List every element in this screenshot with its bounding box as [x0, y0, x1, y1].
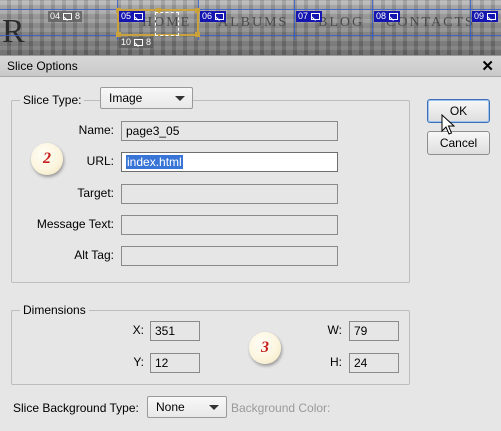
close-icon[interactable]: ✕ — [481, 57, 494, 75]
url-field[interactable]: index.html — [121, 152, 338, 172]
background-type-select[interactable]: None — [147, 396, 227, 418]
slice-number: 08 — [376, 11, 387, 21]
alt-tag-label: Alt Tag: — [74, 248, 114, 262]
slice-tag-09[interactable]: 09 — [472, 11, 499, 22]
x-label: X: — [132, 323, 144, 337]
background-type-label: Slice Background Type: — [13, 401, 139, 415]
chevron-down-icon — [175, 96, 185, 101]
slice-extra: 8 — [146, 37, 152, 47]
dialog-titlebar[interactable]: Slice Options ✕ — [0, 56, 501, 77]
h-label: H: — [330, 355, 342, 369]
slice-guide — [470, 0, 471, 40]
w-label: W: — [327, 323, 342, 337]
nav-blog: BLOG — [318, 15, 365, 30]
w-field[interactable]: 79 — [349, 321, 399, 341]
slice-tag-06[interactable]: 06 — [200, 11, 227, 22]
url-label: URL: — [86, 154, 114, 168]
slice-number: 06 — [202, 11, 213, 21]
background-type-value: None — [156, 400, 185, 414]
step-badge-3: 3 — [249, 332, 281, 364]
slice-number: 05 — [121, 11, 132, 21]
target-field[interactable] — [121, 184, 338, 204]
slice-number: 07 — [298, 11, 309, 21]
slice-number: 10 — [121, 37, 132, 47]
slice-tag-04[interactable]: 04 8 — [48, 11, 83, 22]
x-field[interactable]: 351 — [150, 321, 200, 341]
image-slice-icon — [389, 13, 399, 20]
slice-guide-bottom — [0, 35, 501, 36]
slice-guide — [294, 0, 295, 40]
url-value: index.html — [126, 155, 183, 169]
image-slice-icon — [487, 13, 497, 20]
slice-type-label: Slice Type: — [23, 93, 82, 107]
alt-tag-field[interactable] — [121, 246, 338, 266]
dimensions-legend: Dimensions — [23, 303, 86, 317]
slice-tag-10[interactable]: 10 8 — [119, 37, 154, 48]
dialog-title: Slice Options — [7, 59, 78, 73]
slice-options-dialog: Slice Options ✕ Slice Type: Image Name: … — [0, 55, 501, 431]
nav-albums: ALBUMS — [218, 15, 289, 30]
slice-tag-05[interactable]: 05 — [119, 11, 146, 22]
image-slice-icon — [215, 13, 225, 20]
site-logo-letter: R — [2, 13, 26, 50]
ok-button[interactable]: OK — [427, 99, 490, 123]
h-field[interactable]: 24 — [349, 353, 399, 373]
slice-guide-top — [0, 9, 501, 10]
cancel-button[interactable]: Cancel — [427, 131, 490, 155]
message-text-label: Message Text: — [36, 217, 114, 231]
name-label: Name: — [78, 123, 114, 137]
slice-type-select[interactable]: Image — [100, 87, 193, 109]
target-label: Target: — [77, 186, 114, 200]
mouse-cursor-icon — [441, 114, 455, 135]
message-text-field[interactable] — [121, 215, 338, 235]
name-field[interactable]: page3_05 — [121, 121, 338, 141]
y-label: Y: — [133, 355, 144, 369]
slice-tag-08[interactable]: 08 — [374, 11, 401, 22]
slice-type-value: Image — [109, 91, 143, 105]
image-slice-icon — [311, 13, 321, 20]
chevron-down-icon — [209, 405, 219, 410]
resize-handle[interactable] — [195, 32, 200, 37]
slice-extra: 8 — [75, 11, 81, 21]
image-slice-icon — [63, 13, 73, 20]
background-webpage: R HOME ALBUMS BLOG CONTACTS 04 8 05 06 0… — [0, 0, 501, 55]
slice-type-legend: Slice Type: — [20, 93, 84, 107]
image-slice-icon — [134, 39, 144, 46]
background-color-label: Background Color: — [231, 401, 331, 415]
y-field[interactable]: 12 — [150, 353, 200, 373]
slice-number: 09 — [474, 11, 485, 21]
slice-tag-07[interactable]: 07 — [296, 11, 323, 22]
step-badge-2: 2 — [31, 143, 63, 175]
dashed-slice-marker — [155, 12, 179, 36]
slice-guide — [372, 0, 373, 40]
slice-number: 04 — [50, 11, 61, 21]
image-slice-icon — [134, 13, 144, 20]
